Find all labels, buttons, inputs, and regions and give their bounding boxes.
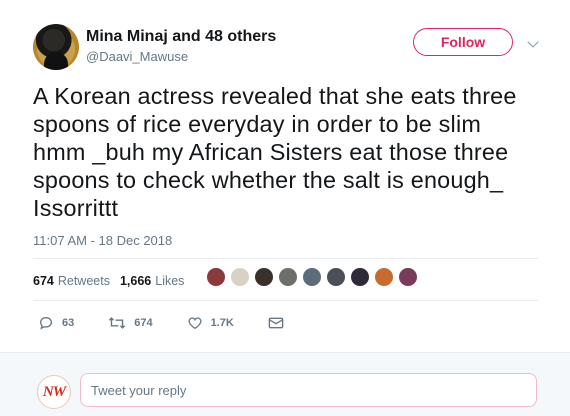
tweet-line: A Korean actress revealed that she eats … [33, 83, 517, 109]
retweets-count[interactable]: 674 [33, 274, 54, 288]
like-action[interactable]: 1.7K [187, 315, 234, 331]
reply-action[interactable]: 63 [38, 315, 74, 331]
reply-input[interactable]: Tweet your reply [80, 373, 537, 407]
likers-avatars [205, 266, 421, 288]
liker-avatar[interactable] [397, 266, 419, 288]
like-count: 1.7K [210, 317, 234, 329]
liker-avatar[interactable] [253, 266, 275, 288]
reply-bar: NW Tweet your reply [0, 352, 570, 416]
reply-icon [39, 316, 53, 330]
likes-count[interactable]: 1,666 [120, 274, 151, 288]
liker-avatar[interactable] [205, 266, 227, 288]
tweet-timestamp[interactable]: 11:07 AM - 18 Dec 2018 [33, 233, 172, 248]
display-name[interactable]: Mina Minaj and 48 others [86, 28, 276, 46]
tweet-line: spoons to check whether the salt is enou… [33, 167, 504, 193]
liker-avatar[interactable] [229, 266, 251, 288]
user-handle[interactable]: @Daavi_Mawuse [86, 49, 188, 64]
tweet-header: Mina Minaj and 48 others @Daavi_Mawuse F… [33, 24, 543, 72]
envelope-icon [268, 317, 284, 329]
retweet-count: 674 [134, 317, 153, 329]
tweet-line: hmm _buh my African Sisters eat those th… [33, 139, 509, 165]
user-avatar[interactable] [33, 24, 79, 70]
heart-icon [188, 317, 202, 330]
divider [33, 258, 538, 259]
retweet-icon [109, 317, 126, 329]
retweet-action[interactable]: 674 [108, 315, 153, 331]
retweets-label[interactable]: Retweets [58, 274, 110, 288]
divider [33, 300, 538, 301]
liker-avatar[interactable] [349, 266, 371, 288]
current-user-avatar[interactable]: NW [37, 375, 71, 409]
reply-count: 63 [62, 317, 75, 329]
tweet-line: spoons of rice everyday in order to be s… [33, 111, 482, 137]
liker-avatar[interactable] [277, 266, 299, 288]
tweet-stats: 674 Retweets 1,666 Likes [33, 270, 184, 292]
likes-label[interactable]: Likes [155, 274, 184, 288]
tweet-line: Issorrittt [33, 195, 119, 221]
liker-avatar[interactable] [373, 266, 395, 288]
tweet-actions: 63 674 1.7K [38, 315, 326, 331]
follow-button[interactable]: Follow [413, 28, 513, 56]
chevron-down-icon[interactable] [527, 36, 539, 48]
liker-avatar[interactable] [325, 266, 347, 288]
message-action[interactable] [268, 316, 292, 330]
liker-avatar[interactable] [301, 266, 323, 288]
tweet-text: A Korean actress revealed that she eats … [33, 82, 548, 222]
